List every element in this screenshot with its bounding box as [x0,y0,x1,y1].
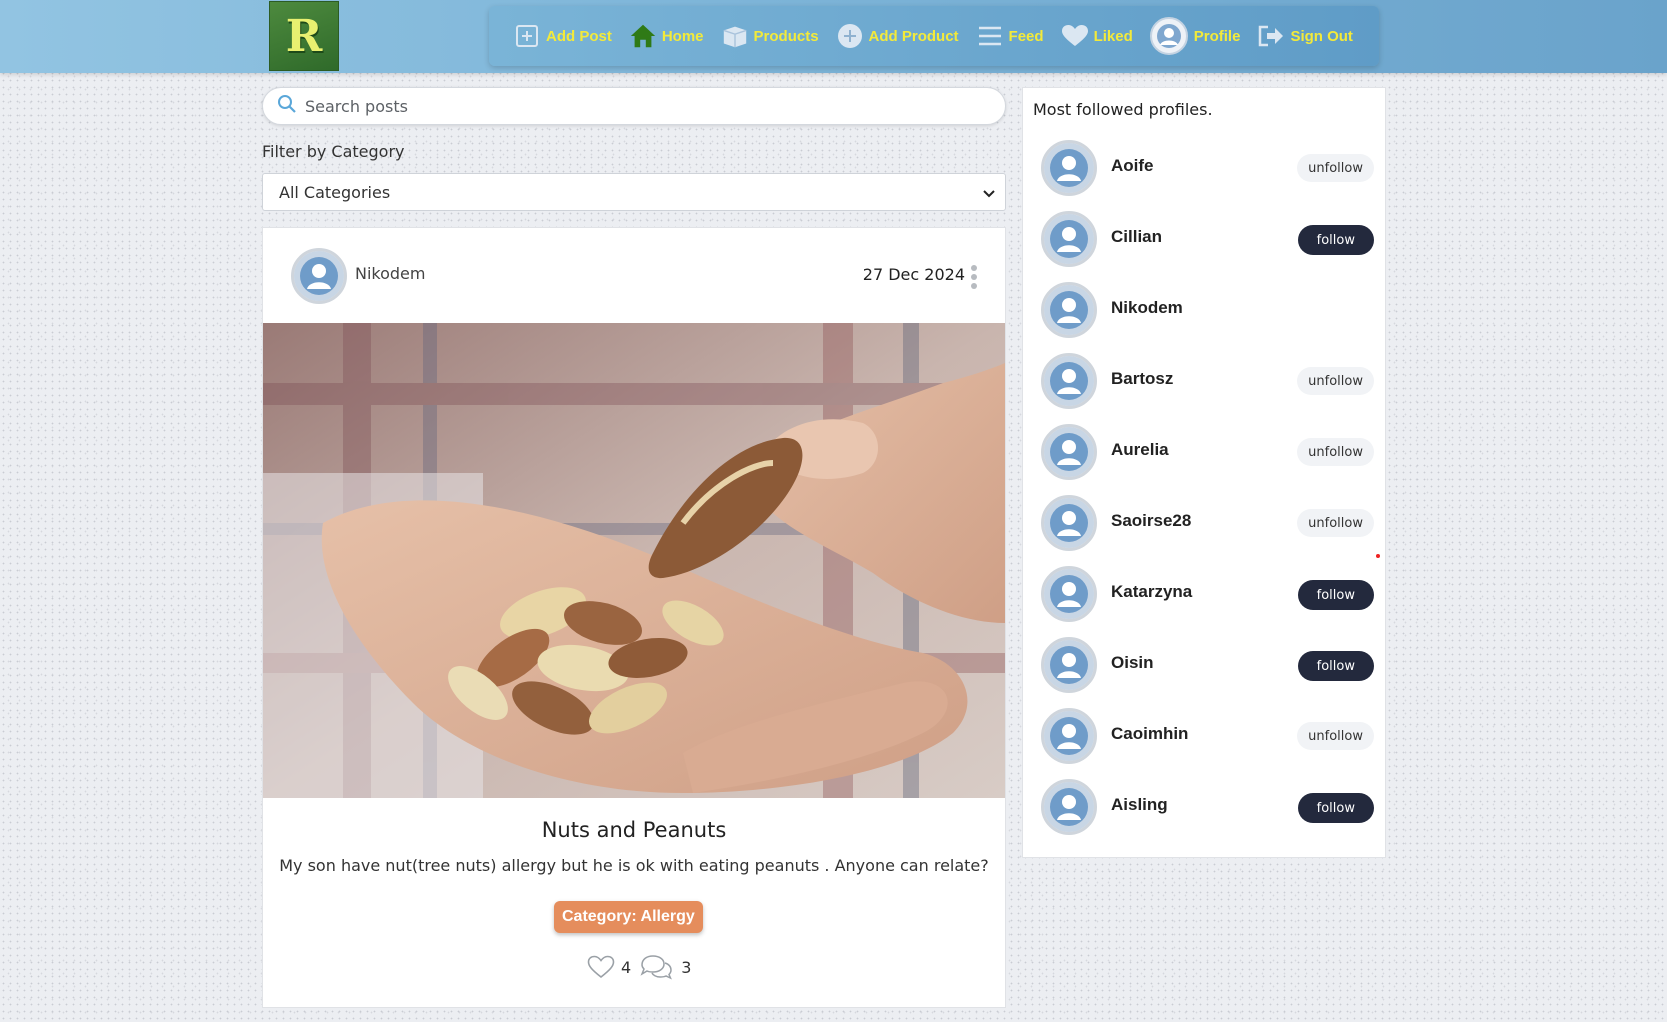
profile-avatar[interactable] [1041,495,1097,551]
nav-add-post-label: Add Post [546,27,612,45]
profile-avatar[interactable] [1041,140,1097,196]
follow-button[interactable]: follow [1297,580,1374,610]
profile-avatar[interactable] [1041,353,1097,409]
most-followed-sidebar: Most followed profiles. Aoife unfollow Cil… [1022,87,1386,858]
top-navbar: R Add Post Home Products Add Product Fee… [0,0,1667,73]
sign-out-icon [1257,22,1285,50]
search-input[interactable] [305,96,985,116]
nav-feed-label: Feed [1008,27,1044,45]
nav-profile-label: Profile [1193,27,1241,45]
plus-square-icon [513,22,541,50]
avatar-icon [1149,17,1188,55]
profile-avatar[interactable] [1041,779,1097,835]
post-author-avatar[interactable] [291,248,347,304]
profile-name[interactable]: Aoife [1111,156,1154,176]
home-icon [629,22,657,50]
sidebar-title: Most followed profiles. [1033,100,1213,119]
like-heart-icon[interactable] [587,955,615,979]
profile-name[interactable]: Aisling [1111,795,1168,815]
unfollow-button[interactable]: unfollow [1297,438,1374,466]
search-bar [262,87,1006,125]
post-image [263,323,1005,798]
profile-row: Bartosz unfollow [1023,345,1385,416]
nav-home-label: Home [661,27,704,45]
nav-add-product-label: Add Product [868,27,959,45]
red-dot-marker [1376,554,1380,558]
profile-row: Saoirse28 unfollow [1023,487,1385,558]
profile-row: Cillian follow [1023,203,1385,274]
nav-products-label: Products [753,27,819,45]
profile-row: Caoimhin unfollow [1023,700,1385,771]
profile-row: Oisin follow [1023,629,1385,700]
nav-add-product[interactable]: Add Product [836,22,959,50]
follow-button[interactable]: follow [1297,793,1374,823]
logo-letter: R [285,10,323,62]
post-title: Nuts and Peanuts [541,818,727,842]
profile-name[interactable]: Aurelia [1111,440,1169,460]
profile-avatar[interactable] [1041,708,1097,764]
nav-profile[interactable]: Profile [1149,17,1241,55]
post-card: Nikodem 27 Dec 2024 Nuts and Peanuts My … [262,227,1006,1008]
heart-icon [1061,22,1089,50]
unfollow-button[interactable]: unfollow [1297,722,1374,750]
chevron-down-icon [983,183,995,202]
profile-row: Aisling follow [1023,771,1385,842]
nav-liked-label: Liked [1093,27,1133,45]
category-select-value: All Categories [279,182,391,202]
nav-products[interactable]: Products [721,22,819,50]
nav-feed[interactable]: Feed [976,22,1044,50]
category-select[interactable]: All Categories [262,173,1006,211]
profile-row: Aurelia unfollow [1023,416,1385,487]
profile-name[interactable]: Katarzyna [1111,582,1192,602]
nav-liked[interactable]: Liked [1061,22,1133,50]
profile-avatar[interactable] [1041,211,1097,267]
profile-name[interactable]: Cillian [1111,227,1162,247]
profile-name[interactable]: Saoirse28 [1111,511,1191,531]
post-date: 27 Dec 2024 [862,265,965,284]
profile-row: Nikodem [1023,274,1385,345]
nav-add-post[interactable]: Add Post [513,22,612,50]
profile-name[interactable]: Bartosz [1111,369,1173,389]
app-logo[interactable]: R [269,1,339,71]
profile-avatar[interactable] [1041,282,1097,338]
list-icon [976,22,1004,50]
unfollow-button[interactable]: unfollow [1297,367,1374,395]
unfollow-button[interactable]: unfollow [1297,509,1374,537]
box-icon [721,22,749,50]
comment-count: 3 [681,957,692,977]
post-options-icon[interactable] [971,265,977,289]
comment-icon[interactable] [639,954,673,980]
post-author-name[interactable]: Nikodem [355,264,425,283]
plus-circle-icon [836,22,864,50]
nav-sign-out-label: Sign Out [1290,27,1353,45]
like-count: 4 [621,957,632,977]
profile-avatar[interactable] [1041,566,1097,622]
profile-name[interactable]: Caoimhin [1111,724,1188,744]
follow-button[interactable]: follow [1297,651,1374,681]
post-header: Nikodem 27 Dec 2024 [263,228,1005,323]
profile-row: Katarzyna follow [1023,558,1385,629]
filter-label: Filter by Category [262,142,405,161]
post-stats: 4 3 [587,954,691,980]
profile-row: Aoife unfollow [1023,132,1385,203]
search-icon [277,94,297,118]
unfollow-button[interactable]: unfollow [1297,154,1374,182]
profile-name[interactable]: Nikodem [1111,298,1183,318]
profile-avatar[interactable] [1041,637,1097,693]
profile-name[interactable]: Oisin [1111,653,1154,673]
nav-menu: Add Post Home Products Add Product Feed [489,6,1379,66]
category-badge[interactable]: Category: Allergy [554,901,703,933]
post-body: My son have nut(tree nuts) allergy but h… [279,856,989,875]
profile-avatar[interactable] [1041,424,1097,480]
nav-home[interactable]: Home [629,22,704,50]
nav-sign-out[interactable]: Sign Out [1257,22,1353,50]
follow-button[interactable]: follow [1297,225,1374,255]
